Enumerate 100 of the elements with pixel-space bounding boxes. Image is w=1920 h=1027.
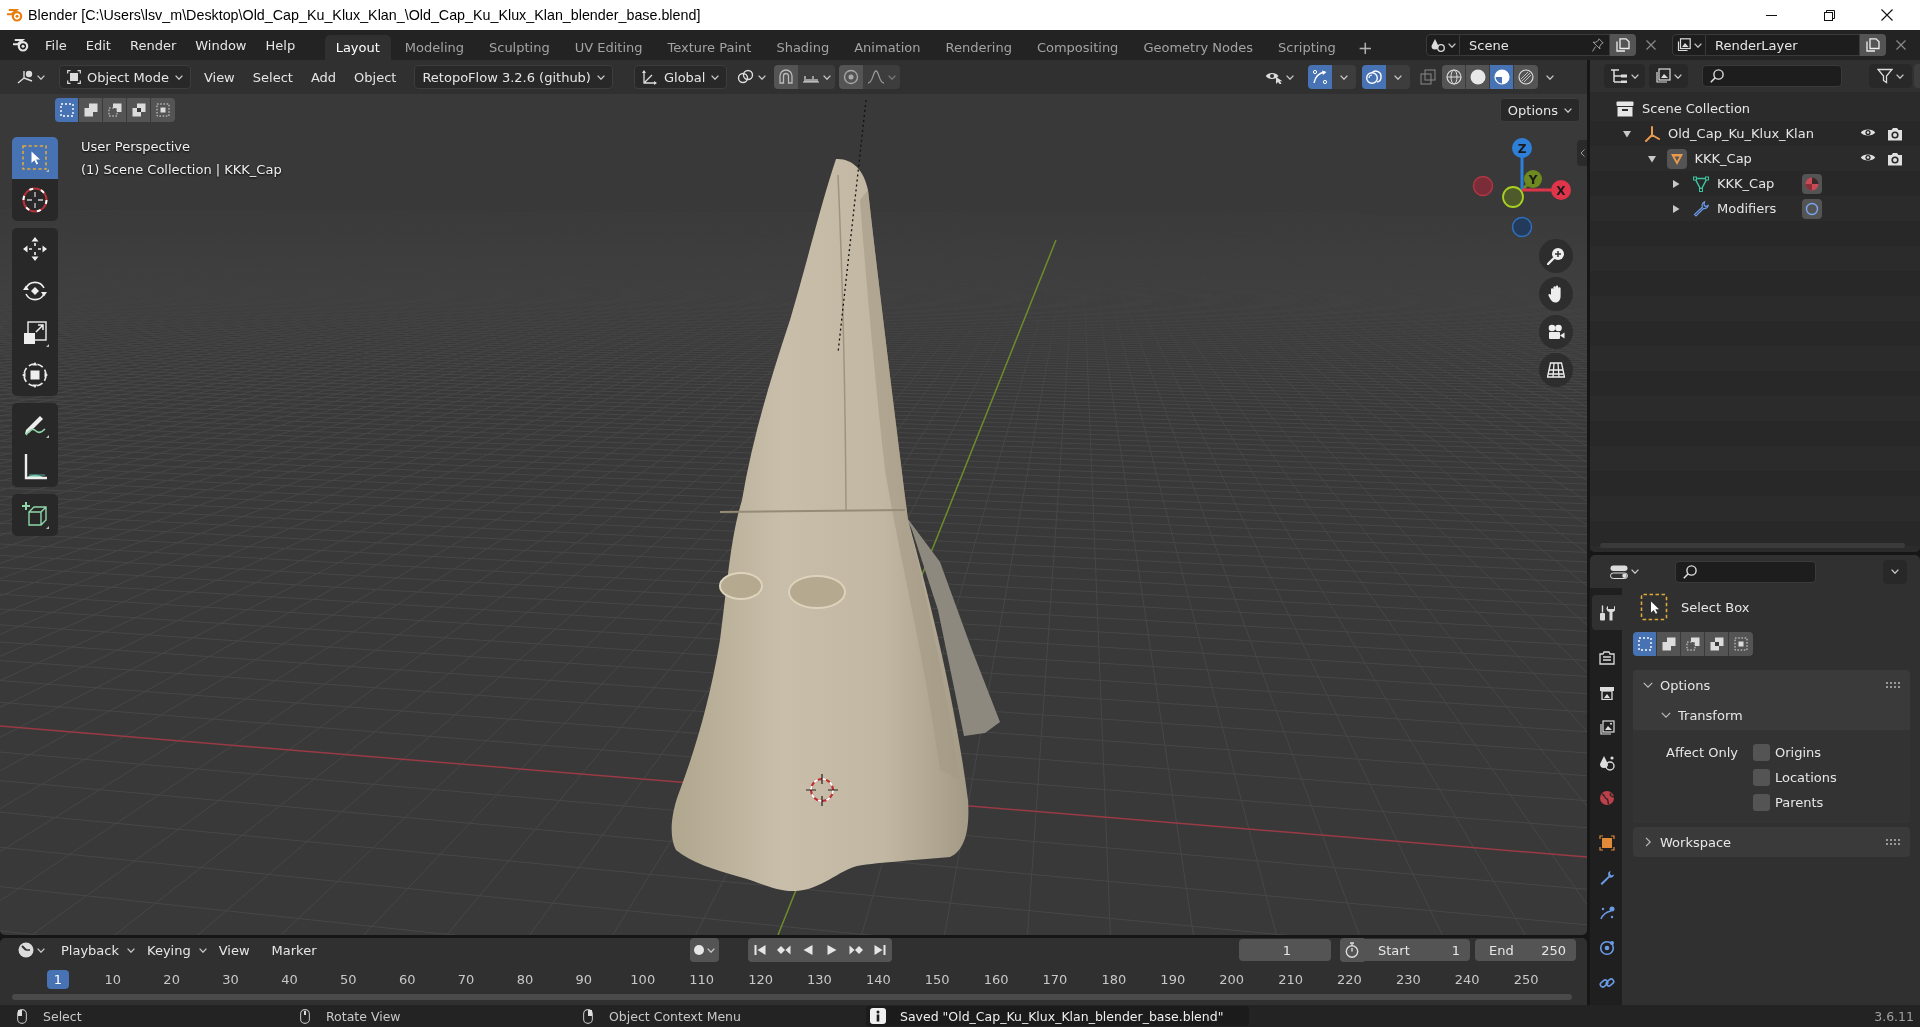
snap-target-dropdown[interactable] (798, 65, 836, 89)
overlays-toggle[interactable] (1362, 65, 1386, 89)
toggle-options-dropdown[interactable] (1332, 65, 1356, 89)
scene-browse-dropdown[interactable] (1426, 34, 1460, 56)
shading-mode-button[interactable] (1442, 65, 1466, 89)
select-mode-button[interactable] (1633, 632, 1657, 656)
cursor-tool[interactable] (12, 179, 58, 221)
disclosure-triangle-icon[interactable] (1672, 204, 1680, 213)
new-scene-button[interactable] (1610, 34, 1636, 56)
camera-icon[interactable] (1887, 126, 1903, 141)
measure-tool[interactable] (12, 445, 58, 487)
checkbox-label[interactable]: Origins (1775, 745, 1822, 760)
timeline-menu[interactable]: Marker (267, 939, 321, 961)
options-dropdown[interactable]: Options (1499, 98, 1580, 122)
properties-tab[interactable] (1592, 595, 1622, 630)
timeline-menu[interactable]: Playback (57, 939, 139, 961)
search-field[interactable] (1675, 560, 1816, 583)
disclosure-triangle-icon[interactable] (1672, 179, 1680, 188)
proportional-edit-toggle[interactable] (839, 65, 864, 89)
workspace-tab[interactable]: Scripting (1267, 35, 1347, 60)
checkbox-label[interactable]: Locations (1775, 770, 1837, 785)
select-mode-button[interactable] (1657, 632, 1681, 656)
move-tool[interactable] (12, 228, 58, 270)
outliner-item-label[interactable]: Old_Cap_Ku_Klux_Klan (1668, 126, 1814, 141)
viewport-menu[interactable]: Select (243, 65, 302, 89)
outliner-item-label[interactable]: Scene Collection (1642, 101, 1751, 116)
playback-button[interactable] (868, 938, 893, 962)
camera-icon[interactable] (1887, 151, 1903, 166)
annotate-tool[interactable] (12, 403, 58, 445)
timeline-menu[interactable]: View (214, 939, 254, 961)
shading-mode-button[interactable] (1490, 65, 1514, 89)
falloff-dropdown[interactable] (863, 65, 901, 89)
orientation-dropdown[interactable]: Global (633, 65, 728, 89)
outliner-item-label[interactable]: KKK_Cap (1694, 151, 1752, 166)
negative-axis-handle[interactable] (1511, 216, 1533, 238)
workspace-tab[interactable]: Compositing (1025, 35, 1130, 60)
end-frame-field[interactable]: End 250 (1475, 939, 1576, 961)
perspective-toggle-button[interactable] (1539, 353, 1573, 387)
workspace-tab[interactable]: Animation (843, 35, 932, 60)
gizmos-toggle[interactable] (1308, 65, 1332, 89)
horizontal-scrollbar[interactable] (12, 994, 1572, 1000)
shading-mode-button[interactable] (1466, 65, 1490, 89)
scene-name-field[interactable]: Scene (1460, 34, 1610, 56)
add-workspace-button[interactable]: + (1349, 35, 1381, 60)
viewport-menu[interactable]: Add (301, 65, 346, 89)
timeline-menu[interactable]: Keying (143, 939, 211, 961)
disclosure-triangle-icon[interactable] (1647, 154, 1656, 163)
negative-axis-handle[interactable] (1472, 175, 1494, 197)
outliner-item-label[interactable]: KKK_Cap (1717, 176, 1775, 191)
addon-dropdown[interactable]: RetopoFlow 3.2.6 (github) (414, 65, 613, 89)
workspace-tab[interactable]: Sculpting (478, 35, 561, 60)
sidebar-toggle[interactable] (1577, 140, 1587, 166)
preview-range-button[interactable] (1340, 938, 1364, 962)
new-view-layer-button[interactable] (1860, 34, 1886, 56)
workspace-tab[interactable]: Texture Paint (656, 35, 763, 60)
select-mode-button[interactable] (1681, 632, 1705, 656)
select-mode-button[interactable] (55, 98, 79, 122)
mode-dropdown[interactable]: Object Mode (59, 65, 191, 89)
workspace-tab[interactable]: Modeling (393, 35, 475, 60)
workspace-tab[interactable]: UV Editing (563, 35, 654, 60)
search-field[interactable] (1702, 65, 1842, 87)
start-frame-field[interactable]: Start 1 (1364, 939, 1470, 961)
viewport-menu[interactable]: Object (345, 65, 406, 89)
menu-item[interactable]: Help (256, 34, 305, 56)
add-cube-tool[interactable] (12, 494, 58, 536)
checkbox[interactable] (1753, 744, 1770, 761)
workspace-tab[interactable]: Shading (765, 35, 841, 60)
select-mode-button[interactable] (151, 98, 175, 122)
select-mode-button[interactable] (103, 98, 127, 122)
toggle-options-dropdown[interactable] (1386, 65, 1410, 89)
view-layer-filter-dropdown[interactable] (1649, 64, 1688, 88)
menu-item[interactable]: File (35, 34, 77, 56)
viewport-menu[interactable]: View (194, 65, 244, 89)
disclosure-triangle-icon[interactable] (1623, 129, 1631, 138)
snap-toggle[interactable] (774, 65, 799, 89)
negative-axis-handle[interactable] (1502, 186, 1524, 208)
select-mode-button[interactable] (1705, 632, 1729, 656)
view-layer-browse-dropdown[interactable] (1672, 34, 1706, 56)
display-mode-dropdown[interactable] (1604, 64, 1645, 88)
shading-mode-button[interactable] (1514, 65, 1538, 89)
keyframe-type-dropdown[interactable] (690, 938, 720, 962)
menu-item[interactable]: Window (185, 34, 256, 56)
playback-button[interactable] (748, 938, 773, 962)
transform-tool[interactable] (12, 354, 58, 396)
panel-header[interactable]: Options (1633, 670, 1910, 700)
outliner-item-label[interactable]: Modifiers (1717, 201, 1777, 216)
filter-dropdown[interactable] (1869, 64, 1912, 88)
workspace-tab[interactable]: Rendering (934, 35, 1023, 60)
select-mode-button[interactable] (127, 98, 151, 122)
menu-item[interactable]: Edit (76, 34, 121, 56)
view-layer-name-field[interactable]: RenderLayer (1706, 34, 1860, 56)
options-dropdown[interactable] (1883, 559, 1907, 584)
workspace-tab[interactable]: Layout (324, 35, 391, 60)
subpanel-header[interactable]: Transform (1633, 700, 1910, 730)
menu-item[interactable]: Render (120, 34, 186, 56)
panel-header[interactable]: Workspace (1633, 827, 1910, 857)
checkbox[interactable] (1753, 794, 1770, 811)
current-frame-field[interactable]: 1 (1239, 939, 1331, 961)
checkbox-label[interactable]: Parents (1775, 795, 1824, 810)
workspace-tab[interactable]: Geometry Nodes (1132, 35, 1265, 60)
